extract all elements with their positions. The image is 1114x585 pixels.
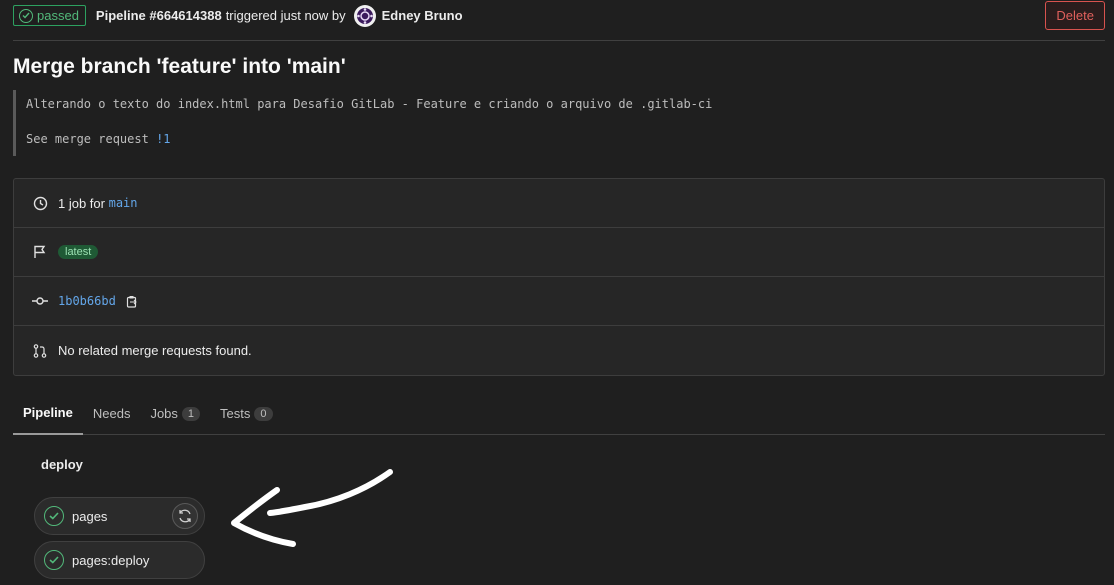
- description-line: Alterando o texto do index.html para Des…: [26, 97, 713, 111]
- mr-status-text: No related merge requests found.: [58, 343, 252, 358]
- commit-row: 1b0b66bd: [14, 277, 1104, 326]
- pipeline-tabs: Pipeline Needs Jobs 1 Tests 0: [13, 392, 1105, 435]
- latest-badge: latest: [58, 245, 99, 259]
- pipeline-page: passed Pipeline #664614388 triggered jus…: [0, 0, 1114, 585]
- tab-label: Tests: [220, 406, 251, 421]
- tab-label: Jobs: [150, 406, 178, 421]
- merge-requests-row: No related merge requests found.: [14, 326, 1104, 375]
- commit-description: Alterando o texto do index.html para Des…: [13, 90, 713, 156]
- count-badge: 0: [254, 406, 273, 421]
- copy-icon[interactable]: [124, 293, 140, 309]
- pipeline-info: Pipeline #664614388 triggered just now b…: [95, 4, 463, 27]
- commit-sha-link[interactable]: 1b0b66bd: [58, 294, 116, 308]
- status-text: passed: [37, 8, 79, 23]
- user-name[interactable]: Edney Bruno: [382, 8, 463, 23]
- flag-icon: [32, 244, 48, 260]
- pipeline-info-box: 1 job for main latest 1b0b66bd No relate…: [13, 178, 1105, 376]
- arrow-annotation: [231, 469, 393, 547]
- job-pages[interactable]: pages: [34, 497, 205, 535]
- mr-link[interactable]: !1: [156, 132, 170, 146]
- jobs-text: 1 job for: [58, 195, 105, 211]
- merge-request-reference: See merge request !1: [26, 132, 171, 146]
- tab-label: Pipeline: [23, 405, 73, 420]
- branch-link[interactable]: main: [109, 196, 138, 210]
- job-name: pages:deploy: [72, 552, 150, 568]
- clock-icon: [32, 195, 48, 211]
- avatar[interactable]: [353, 4, 376, 27]
- check-circle-icon: [44, 550, 64, 570]
- merge-request-icon: [32, 343, 48, 359]
- job-name: pages: [72, 508, 108, 524]
- tab-pipeline[interactable]: Pipeline: [13, 392, 83, 435]
- tab-tests[interactable]: Tests 0: [210, 392, 282, 435]
- stage-title: deploy: [41, 457, 83, 472]
- delete-button[interactable]: Delete: [1045, 1, 1105, 30]
- check-circle-icon: [44, 506, 64, 526]
- commit-icon: [32, 293, 48, 309]
- tab-needs[interactable]: Needs: [83, 392, 141, 435]
- check-circle-icon: [19, 8, 33, 23]
- pipeline-id: Pipeline #664614388: [95, 8, 222, 23]
- tab-label: Needs: [92, 406, 131, 421]
- job-pages-deploy[interactable]: pages:deploy: [34, 541, 205, 579]
- status-badge[interactable]: passed: [13, 5, 86, 26]
- see-mr-text: See merge request: [26, 132, 149, 146]
- jobs-row: 1 job for main: [14, 179, 1104, 228]
- tab-jobs[interactable]: Jobs 1: [140, 392, 210, 435]
- pipeline-header: passed Pipeline #664614388 triggered jus…: [13, 0, 1105, 41]
- count-badge: 1: [181, 406, 201, 421]
- badges-row: latest: [14, 228, 1104, 277]
- retry-icon[interactable]: [172, 503, 198, 529]
- page-title: Merge branch 'feature' into 'main': [13, 55, 346, 78]
- triggered-text: triggered just now by: [225, 8, 346, 23]
